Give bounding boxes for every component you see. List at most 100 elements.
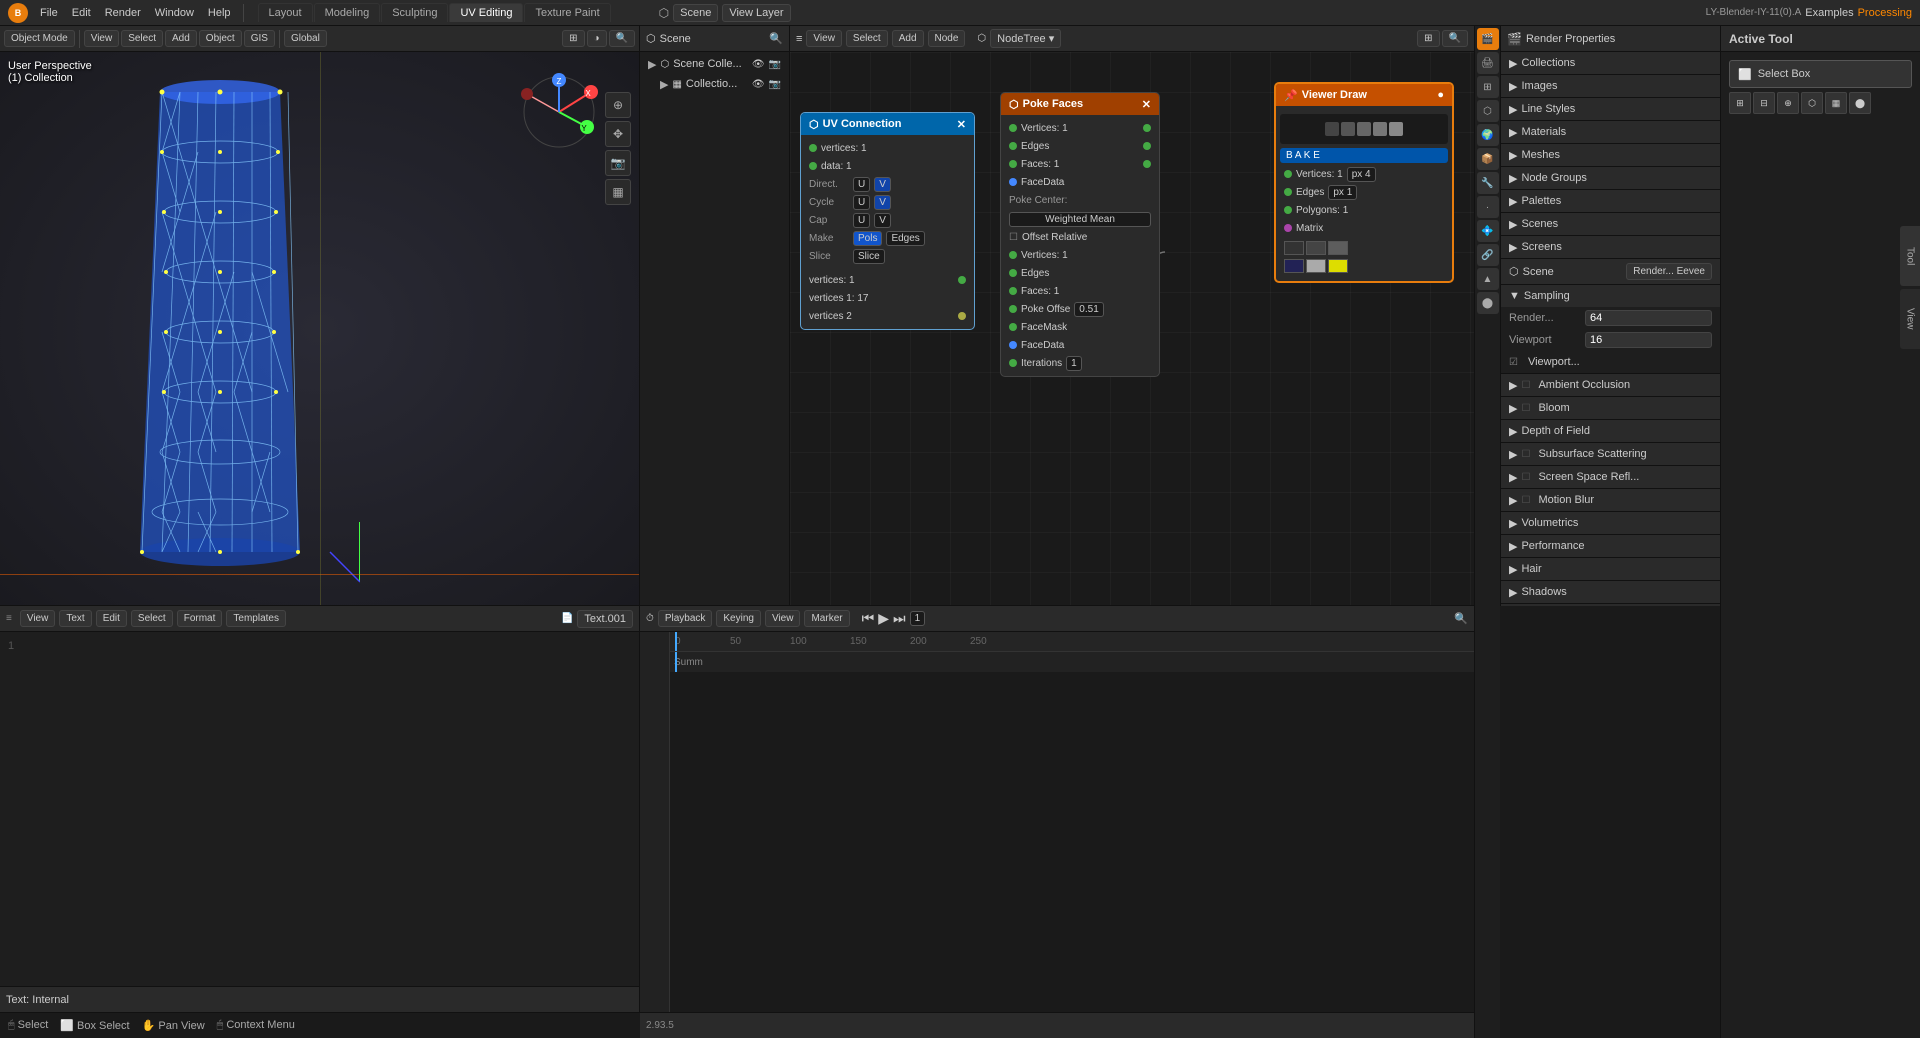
mode-selector[interactable]: Object Mode xyxy=(4,30,75,47)
bloom-check[interactable]: ☐ xyxy=(1521,403,1530,414)
move-tool[interactable]: ✥ xyxy=(605,121,631,147)
collection-sub-item[interactable]: ▶ ▦ Collectio... 👁 📷 xyxy=(644,74,785,94)
poke-wmean[interactable]: Weighted Mean xyxy=(1009,212,1151,227)
data-icon[interactable]: ▲ xyxy=(1477,268,1499,290)
viewport-add-menu[interactable]: Add xyxy=(165,30,197,47)
viewlayer-dropdown[interactable]: View Layer xyxy=(722,4,790,22)
obj-props-icon[interactable]: 📦 xyxy=(1477,148,1499,170)
viewer-draw-node[interactable]: 📌 Viewer Draw ● xyxy=(1274,82,1454,283)
scene-eye-icon[interactable]: 👁 xyxy=(752,59,765,70)
cursor-tool[interactable]: ⊕ xyxy=(605,92,631,118)
workspace-layout[interactable]: Layout xyxy=(258,3,313,22)
uv-make-pols[interactable]: Pols xyxy=(853,231,882,246)
menu-window[interactable]: Window xyxy=(149,5,200,21)
world-props-icon[interactable]: 🌍 xyxy=(1477,124,1499,146)
menu-render[interactable]: Render xyxy=(99,5,147,21)
tool-grid-3[interactable]: ⊕ xyxy=(1777,92,1799,114)
text-text-menu[interactable]: Text xyxy=(59,610,91,627)
scene-dropdown[interactable]: Scene xyxy=(673,4,718,22)
render-samp-val[interactable]: 64 xyxy=(1585,310,1712,326)
playback-btn[interactable]: Playback xyxy=(658,610,713,627)
ao-header[interactable]: ▶ ☐ Ambient Occlusion xyxy=(1501,374,1720,396)
scene-collection-item[interactable]: ▶ ⬡ Scene Colle... 👁 📷 xyxy=(644,54,785,74)
viewport-object-menu[interactable]: Object xyxy=(199,30,242,47)
workspace-texture-paint[interactable]: Texture Paint xyxy=(524,3,610,22)
select-box-btn[interactable]: ⬜ Select Box xyxy=(1729,60,1912,88)
poke-off-val[interactable]: 0.51 xyxy=(1074,302,1103,317)
tool-grid-1[interactable]: ⊞ xyxy=(1729,92,1751,114)
viewport-view-menu[interactable]: View xyxy=(84,30,120,47)
vd-edges-val[interactable]: px 1 xyxy=(1328,185,1357,200)
render-props-icon[interactable]: 🎬 xyxy=(1477,28,1499,50)
viewport-overlay-btn[interactable]: ⊞ xyxy=(562,30,584,47)
tool-grid-5[interactable]: ▦ xyxy=(1825,92,1847,114)
node-search-btn[interactable]: 🔍 xyxy=(1442,30,1468,47)
coll-render-icon[interactable]: 📷 xyxy=(769,79,781,90)
render-engine-btn[interactable]: Render... Eevee xyxy=(1626,263,1712,280)
text-view-menu[interactable]: View xyxy=(20,610,56,627)
ao-check[interactable]: ☐ xyxy=(1521,380,1530,391)
part-props-icon[interactable]: · xyxy=(1477,196,1499,218)
output-props-icon[interactable]: 🖨 xyxy=(1477,52,1499,74)
outliner-filter[interactable]: 🔍 xyxy=(769,32,783,45)
shading-selector[interactable]: Global xyxy=(284,30,327,47)
uv-slice-val[interactable]: Slice xyxy=(853,249,885,264)
node-select-btn[interactable]: Select xyxy=(846,30,888,47)
uv-connection-node[interactable]: ⬡ UV Connection ✕ vertices: 1 data: xyxy=(800,112,975,330)
uv-make-edges[interactable]: Edges xyxy=(886,231,924,246)
scene-render-icon[interactable]: 📷 xyxy=(769,59,781,70)
marker-btn[interactable]: Marker xyxy=(804,610,849,627)
workspace-sculpting[interactable]: Sculpting xyxy=(381,3,448,22)
denoise-checkbox[interactable]: ☑ xyxy=(1509,357,1518,368)
viewport-search-btn[interactable]: 🔍 xyxy=(609,30,635,47)
tool-grid-6[interactable]: ⬤ xyxy=(1849,92,1871,114)
tool-grid-4[interactable]: ⬡ xyxy=(1801,92,1823,114)
play-btn[interactable]: ▶ xyxy=(878,610,889,627)
keying-btn[interactable]: Keying xyxy=(716,610,761,627)
viewport-samp-val[interactable]: 16 xyxy=(1585,332,1712,348)
mat-header[interactable]: ▶ Materials xyxy=(1501,121,1720,143)
poke-faces-node[interactable]: ⬡ Poke Faces ✕ Vertices: 1 xyxy=(1000,92,1160,377)
examples-label[interactable]: Examples xyxy=(1805,7,1853,19)
frame-number[interactable]: 1 xyxy=(910,611,926,626)
vd-vert-val[interactable]: px 4 xyxy=(1347,167,1376,182)
mod-props-icon[interactable]: 🔧 xyxy=(1477,172,1499,194)
viewport-shading-btn[interactable]: ◑ xyxy=(587,30,607,47)
uv-cap-u[interactable]: U xyxy=(853,213,870,228)
ls-header[interactable]: ▶ Line Styles xyxy=(1501,98,1720,120)
menu-help[interactable]: Help xyxy=(202,5,237,21)
nodetree-dropdown[interactable]: NodeTree ▾ xyxy=(990,29,1061,48)
camera-tool[interactable]: 📷 xyxy=(605,150,631,176)
screens-header[interactable]: ▶ Screens xyxy=(1501,236,1720,258)
text-edit-menu[interactable]: Edit xyxy=(96,610,127,627)
collections-header[interactable]: ▶ Collections xyxy=(1501,52,1720,74)
pal-header[interactable]: ▶ Palettes xyxy=(1501,190,1720,212)
scene-props-icon[interactable]: ⬡ xyxy=(1477,100,1499,122)
uv-direct-v[interactable]: V xyxy=(874,177,891,192)
grid-tool[interactable]: ▦ xyxy=(605,179,631,205)
poke-close[interactable]: ✕ xyxy=(1142,98,1151,111)
text-templates-menu[interactable]: Templates xyxy=(226,610,286,627)
mesh-header[interactable]: ▶ Meshes xyxy=(1501,144,1720,166)
timeline-tracks-area[interactable]: 0 50 100 150 200 250 xyxy=(670,632,1474,1012)
sampling-header[interactable]: ▼ Sampling xyxy=(1501,285,1720,307)
play-prev-btn[interactable]: ⏮ xyxy=(862,610,875,627)
menu-edit[interactable]: Edit xyxy=(66,5,97,21)
workspace-uv-editing[interactable]: UV Editing xyxy=(449,3,523,22)
tool-tab[interactable]: Tool xyxy=(1900,226,1920,286)
menu-file[interactable]: File xyxy=(34,5,64,21)
text-select-menu[interactable]: Select xyxy=(131,610,173,627)
text-editor-content[interactable]: 1 xyxy=(0,632,639,986)
ss-header[interactable]: ▶ ☐ Subsurface Scattering xyxy=(1501,443,1720,465)
images-header[interactable]: ▶ Images xyxy=(1501,75,1720,97)
ssr-header[interactable]: ▶ ☐ Screen Space Refl... xyxy=(1501,466,1720,488)
view-tab[interactable]: View xyxy=(1900,289,1920,349)
mb-check[interactable]: ☐ xyxy=(1521,495,1530,506)
vol-header[interactable]: ▶ Volumetrics xyxy=(1501,512,1720,534)
timeline-search-icon[interactable]: 🔍 xyxy=(1454,613,1468,625)
hair-header[interactable]: ▶ Hair xyxy=(1501,558,1720,580)
nav-gizmo[interactable]: X Y Z xyxy=(519,72,599,152)
ssr-check[interactable]: ☐ xyxy=(1521,472,1530,483)
poke-checkbox[interactable]: ☐ xyxy=(1009,232,1018,243)
mat-icon[interactable]: ⬤ xyxy=(1477,292,1499,314)
